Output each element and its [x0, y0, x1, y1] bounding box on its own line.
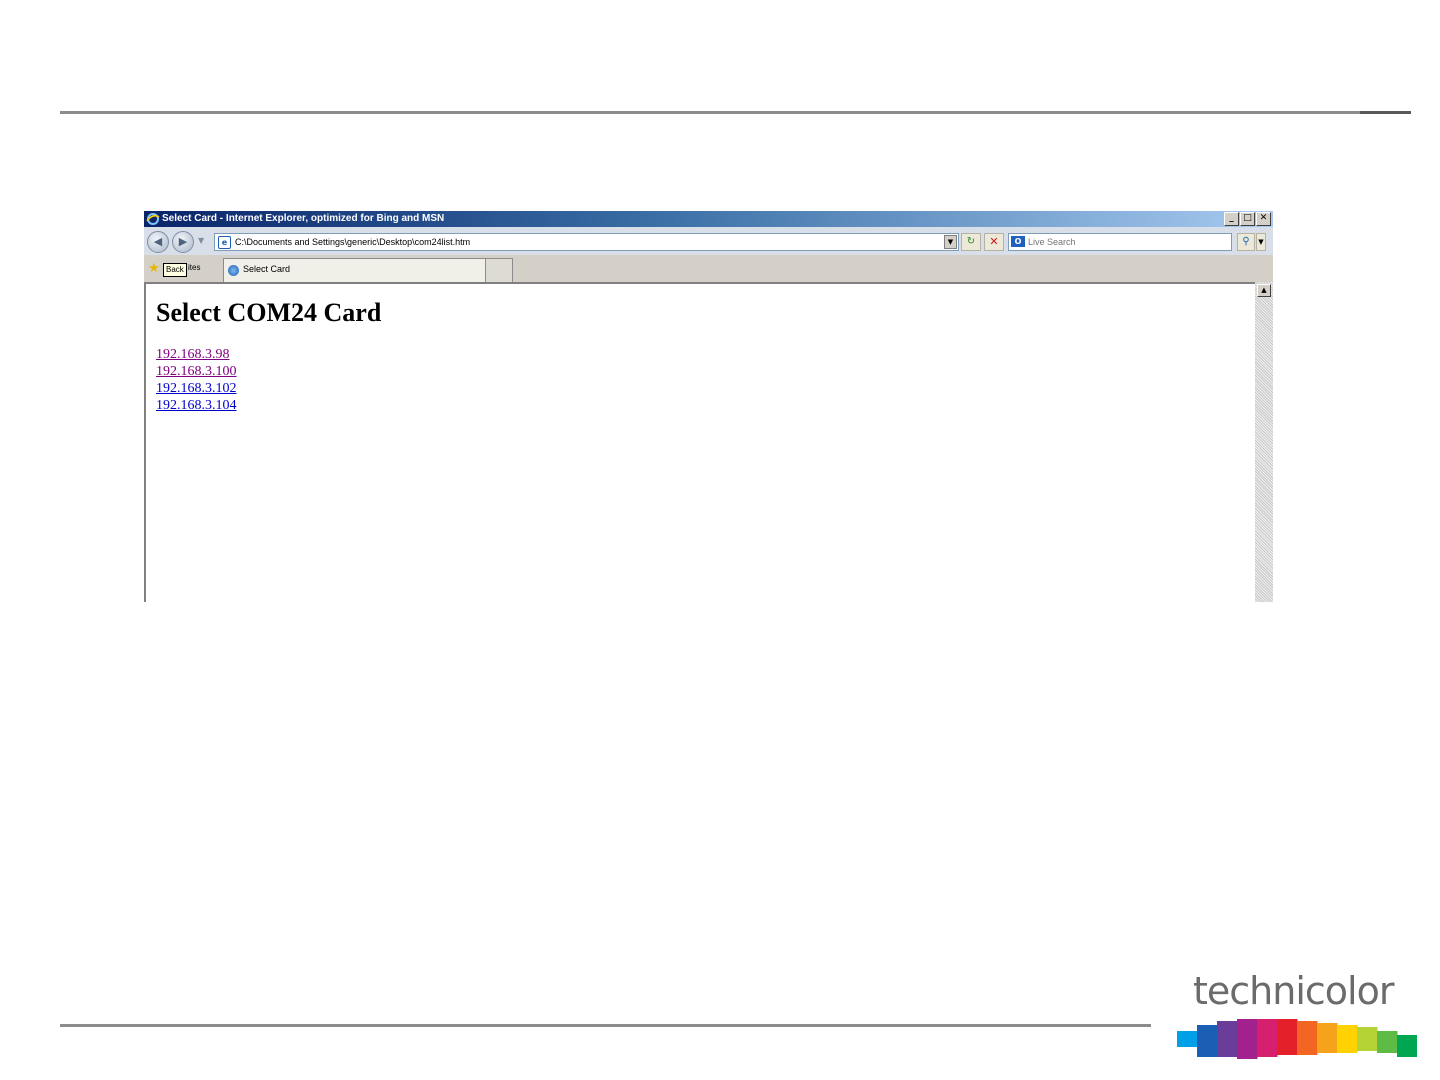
logo-color-block [1377, 1031, 1398, 1053]
page-icon: e [218, 236, 231, 249]
stop-icon: ✕ [989, 235, 999, 248]
card-link[interactable]: 192.168.3.100 [156, 363, 237, 380]
logo-color-block [1217, 1021, 1238, 1057]
back-button[interactable]: ◀ [147, 231, 169, 253]
favorites-label[interactable]: ites [188, 263, 200, 272]
logo-color-block [1337, 1025, 1358, 1053]
minimize-button[interactable]: _ [1224, 212, 1239, 226]
page-heading: Select COM24 Card [156, 298, 382, 327]
logo-color-block [1357, 1027, 1378, 1051]
tab-row: ★ ites Back Select Card [144, 255, 1273, 282]
restore-button[interactable]: □ [1240, 212, 1255, 226]
scroll-up-button[interactable]: ▲ [1257, 284, 1271, 297]
navigation-bar: ◀ ▶ ▼ e C:\Documents and Settings\generi… [144, 227, 1273, 255]
ie-logo-icon [146, 213, 160, 225]
logo-color-block [1237, 1019, 1258, 1059]
address-dropdown-button[interactable]: ▼ [944, 235, 957, 249]
page-content: Select COM24 Card 192.168.3.98 192.168.3… [144, 282, 1255, 602]
refresh-icon: ↻ [966, 236, 976, 247]
forward-button[interactable]: ▶ [172, 231, 194, 253]
search-input[interactable] [1028, 235, 1223, 249]
logo-color-block [1277, 1019, 1298, 1055]
logo-color-block [1397, 1035, 1417, 1057]
logo-color-block [1297, 1021, 1318, 1055]
logo-color-block [1317, 1023, 1338, 1053]
card-link[interactable]: 192.168.3.98 [156, 346, 237, 363]
live-search-logo-icon: O [1011, 236, 1025, 247]
new-tab-button[interactable] [485, 258, 513, 282]
ie-page-icon [228, 265, 239, 276]
search-box[interactable]: O [1008, 233, 1232, 251]
tab-title: Select Card [243, 264, 291, 274]
stop-button[interactable]: ✕ [984, 233, 1004, 251]
logo-color-block [1197, 1025, 1218, 1057]
back-arrow-icon: ◀ [153, 235, 163, 248]
logo-color-block [1257, 1019, 1278, 1057]
top-divider [60, 111, 1360, 114]
recent-pages-dropdown[interactable]: ▼ [198, 236, 204, 245]
top-divider-end [1360, 111, 1411, 114]
title-bar[interactable]: Select Card - Internet Explorer, optimiz… [144, 211, 1273, 227]
tab-select-card[interactable]: Select Card [223, 258, 486, 282]
address-bar[interactable]: e C:\Documents and Settings\generic\Desk… [214, 233, 959, 251]
close-button[interactable]: ✕ [1256, 212, 1271, 226]
vertical-scrollbar[interactable]: ▲ [1255, 282, 1273, 602]
bottom-divider [60, 1024, 1151, 1027]
technicolor-logo-text: technicolor [1193, 969, 1394, 1013]
scroll-up-arrow-icon: ▲ [1261, 286, 1267, 294]
card-link[interactable]: 192.168.3.102 [156, 380, 237, 397]
forward-arrow-icon: ▶ [178, 235, 188, 248]
ie-window: Select Card - Internet Explorer, optimiz… [144, 211, 1273, 602]
technicolor-color-bar [1177, 1019, 1417, 1059]
back-tooltip: Back [163, 263, 187, 277]
logo-color-block [1177, 1031, 1198, 1047]
window-controls: _ □ ✕ [1224, 212, 1271, 226]
address-url[interactable]: C:\Documents and Settings\generic\Deskto… [235, 235, 470, 249]
search-icon: ⚲ [1242, 236, 1250, 247]
favorites-star-icon[interactable]: ★ [148, 262, 160, 275]
card-link-list: 192.168.3.98 192.168.3.100 192.168.3.102… [156, 346, 237, 414]
search-options-dropdown[interactable]: ▼ [1256, 233, 1266, 251]
refresh-button[interactable]: ↻ [961, 233, 981, 251]
card-link[interactable]: 192.168.3.104 [156, 397, 237, 414]
search-button[interactable]: ⚲ [1237, 233, 1255, 251]
window-title: Select Card - Internet Explorer, optimiz… [162, 213, 445, 224]
